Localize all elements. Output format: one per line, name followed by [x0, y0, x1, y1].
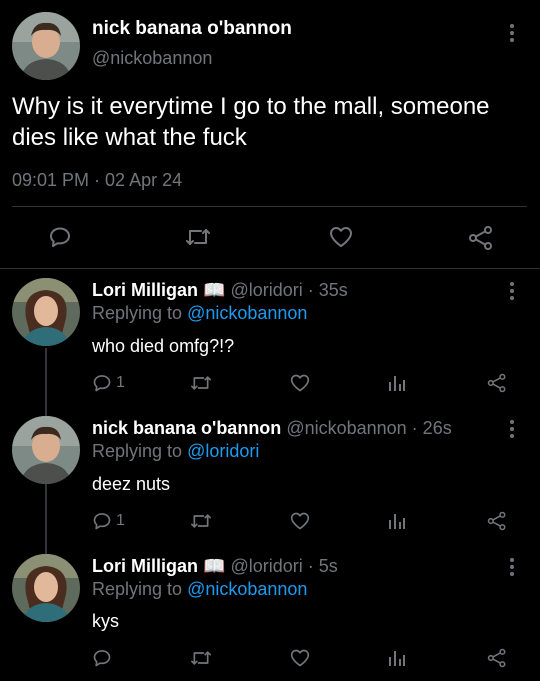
tweet-timestamp: 09:01 PM · 02 Apr 24: [12, 170, 183, 190]
share-icon[interactable]: [468, 225, 494, 251]
avatar-nick[interactable]: [12, 416, 80, 484]
retweet-icon[interactable]: [190, 373, 212, 393]
more-options-icon[interactable]: [510, 420, 514, 441]
like-icon[interactable]: [289, 511, 311, 531]
divider: [12, 206, 527, 207]
replying-to-handle[interactable]: @nickobannon: [187, 579, 307, 599]
avatar-lori[interactable]: [12, 554, 80, 622]
author-handle[interactable]: @nickobannon: [92, 48, 212, 69]
like-icon[interactable]: [289, 373, 311, 393]
replying-to: Replying to @loridori: [92, 441, 259, 462]
reply-icon[interactable]: 1: [92, 511, 125, 531]
reply-icon[interactable]: 1: [92, 373, 125, 393]
reply-meta[interactable]: @loridori · 5s: [230, 556, 337, 576]
replying-to-label: Replying to: [92, 579, 183, 599]
replying-to-label: Replying to: [92, 441, 183, 461]
share-icon[interactable]: [487, 648, 507, 668]
more-options-icon[interactable]: [510, 558, 514, 579]
retweet-icon[interactable]: [190, 511, 212, 531]
reply-meta[interactable]: @loridori · 35s: [230, 280, 347, 300]
replying-to: Replying to @nickobannon: [92, 579, 307, 600]
book-emoji: 📖: [203, 280, 226, 300]
replying-to: Replying to @nickobannon: [92, 303, 307, 324]
reply-header: Lori Milligan 📖 @loridori · 5s: [92, 556, 338, 577]
avatar-lori[interactable]: [12, 278, 80, 346]
book-emoji: 📖: [203, 556, 226, 576]
reply-text: who died omfg?!?: [92, 336, 235, 356]
reply-count: 1: [116, 512, 125, 529]
reply-author-name[interactable]: Lori Milligan: [92, 280, 198, 300]
reply-author-name[interactable]: nick banana o'bannon: [92, 418, 281, 438]
more-options-icon[interactable]: [510, 282, 514, 303]
like-icon[interactable]: [289, 648, 311, 668]
share-icon[interactable]: [487, 373, 507, 393]
analytics-icon[interactable]: [388, 512, 406, 530]
analytics-icon[interactable]: [388, 649, 406, 667]
reply-text: kys: [92, 611, 119, 631]
retweet-icon[interactable]: [185, 225, 211, 249]
replying-to-handle[interactable]: @loridori: [187, 441, 259, 461]
retweet-icon[interactable]: [190, 648, 212, 668]
reply-text: deez nuts: [92, 474, 171, 494]
reply-icon[interactable]: [92, 648, 116, 668]
analytics-icon[interactable]: [388, 374, 406, 392]
more-options-icon[interactable]: [510, 24, 514, 45]
reply-count: 1: [116, 374, 125, 391]
reply-meta[interactable]: @nickobannon · 26s: [286, 418, 451, 438]
tweet-text: Why is it everytime I go to the mall, so…: [12, 93, 490, 151]
like-icon[interactable]: [328, 225, 354, 249]
replying-to-handle[interactable]: @nickobannon: [187, 303, 307, 323]
replying-to-label: Replying to: [92, 303, 183, 323]
reply-header: Lori Milligan 📖 @loridori · 35s: [92, 280, 348, 301]
author-name[interactable]: nick banana o'bannon: [92, 18, 292, 40]
divider: [0, 268, 540, 269]
share-icon[interactable]: [487, 511, 507, 531]
avatar-nick[interactable]: [12, 12, 80, 80]
reply-author-name[interactable]: Lori Milligan: [92, 556, 198, 576]
reply-icon[interactable]: [48, 225, 72, 249]
reply-header: nick banana o'bannon @nickobannon · 26s: [92, 418, 452, 439]
